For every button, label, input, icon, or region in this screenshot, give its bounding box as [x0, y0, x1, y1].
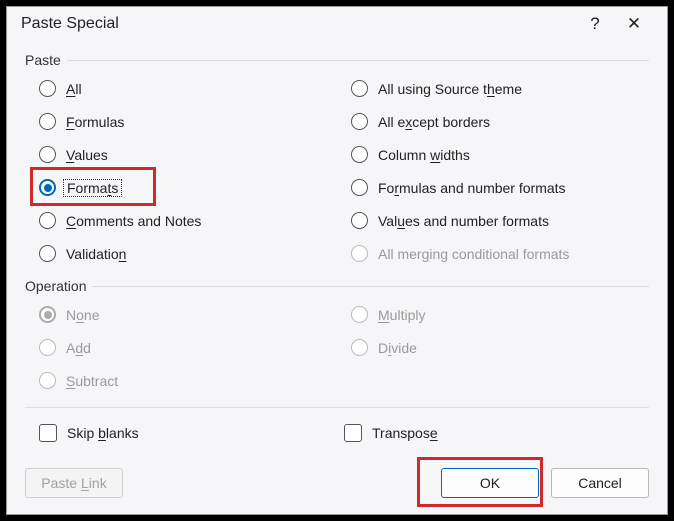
radio-label: All using Source theme: [378, 81, 522, 97]
paste-special-dialog: Paste Special ? ✕ Paste All Formulas: [6, 6, 668, 515]
radio-label: Formats: [63, 179, 122, 197]
checkbox-transpose[interactable]: Transpose: [344, 418, 649, 448]
group-paste-text: Paste: [25, 52, 61, 68]
ok-button[interactable]: OK: [441, 468, 539, 498]
radio-merging-conditional: All merging conditional formats: [351, 237, 649, 270]
radio-icon: [351, 245, 368, 262]
footer: Paste Link OK Cancel: [7, 458, 667, 514]
paste-options: All Formulas Values Formats: [25, 72, 649, 270]
radio-values[interactable]: Values: [39, 138, 337, 171]
cancel-button[interactable]: Cancel: [551, 468, 649, 498]
radio-icon: [39, 339, 56, 356]
radio-values-number-formats[interactable]: Values and number formats: [351, 204, 649, 237]
check-row: Skip blanks Transpose: [25, 418, 649, 448]
dialog-title: Paste Special: [21, 15, 579, 33]
radio-subtract: Subtract: [39, 364, 337, 397]
radio-label: All merging conditional formats: [378, 246, 569, 262]
radio-add: Add: [39, 331, 337, 364]
group-label-paste: Paste: [25, 52, 649, 68]
radio-label: All: [66, 81, 82, 97]
radio-formulas[interactable]: Formulas: [39, 105, 337, 138]
divider: [92, 286, 649, 287]
group-operation-text: Operation: [25, 278, 86, 294]
divider: [67, 60, 649, 61]
radio-none: None: [39, 298, 337, 331]
titlebar: Paste Special ? ✕: [7, 7, 667, 40]
radio-label: Comments and Notes: [66, 213, 201, 229]
help-button[interactable]: ?: [579, 14, 611, 34]
radio-label: Column widths: [378, 147, 470, 163]
radio-icon: [39, 372, 56, 389]
radio-label: Formulas: [66, 114, 124, 130]
radio-column-widths[interactable]: Column widths: [351, 138, 649, 171]
radio-label: Subtract: [66, 373, 118, 389]
checkbox-label: Skip blanks: [67, 425, 139, 441]
radio-icon: [39, 306, 56, 323]
radio-all[interactable]: All: [39, 72, 337, 105]
radio-label: Formulas and number formats: [378, 180, 566, 196]
radio-icon: [351, 80, 368, 97]
radio-formulas-number-formats[interactable]: Formulas and number formats: [351, 171, 649, 204]
divider: [25, 407, 649, 408]
radio-icon: [351, 306, 368, 323]
radio-icon: [39, 245, 56, 262]
radio-icon: [351, 113, 368, 130]
radio-label: Values: [66, 147, 108, 163]
radio-label: Values and number formats: [378, 213, 549, 229]
paste-link-button: Paste Link: [25, 468, 123, 498]
group-label-operation: Operation: [25, 278, 649, 294]
radio-label: All except borders: [378, 114, 490, 130]
radio-icon: [351, 179, 368, 196]
checkbox-icon: [344, 424, 362, 442]
checkbox-icon: [39, 424, 57, 442]
radio-validation[interactable]: Validation: [39, 237, 337, 270]
radio-label: Validation: [66, 246, 126, 262]
radio-all-except-borders[interactable]: All except borders: [351, 105, 649, 138]
checkbox-label: Transpose: [372, 425, 438, 441]
radio-icon: [39, 146, 56, 163]
checkbox-skip-blanks[interactable]: Skip blanks: [39, 418, 344, 448]
radio-comments-notes[interactable]: Comments and Notes: [39, 204, 337, 237]
radio-all-source-theme[interactable]: All using Source theme: [351, 72, 649, 105]
radio-label: None: [66, 307, 100, 323]
operation-options: None Add Subtract Multiply: [25, 298, 649, 397]
radio-formats[interactable]: Formats: [39, 171, 337, 204]
radio-icon: [39, 179, 56, 196]
radio-icon: [39, 113, 56, 130]
radio-divide: Divide: [351, 331, 649, 364]
radio-label: Divide: [378, 340, 417, 356]
radio-icon: [351, 146, 368, 163]
close-button[interactable]: ✕: [611, 14, 657, 34]
radio-icon: [39, 212, 56, 229]
radio-icon: [351, 212, 368, 229]
radio-icon: [351, 339, 368, 356]
radio-label: Add: [66, 340, 91, 356]
radio-icon: [39, 80, 56, 97]
radio-label: Multiply: [378, 307, 425, 323]
radio-multiply: Multiply: [351, 298, 649, 331]
